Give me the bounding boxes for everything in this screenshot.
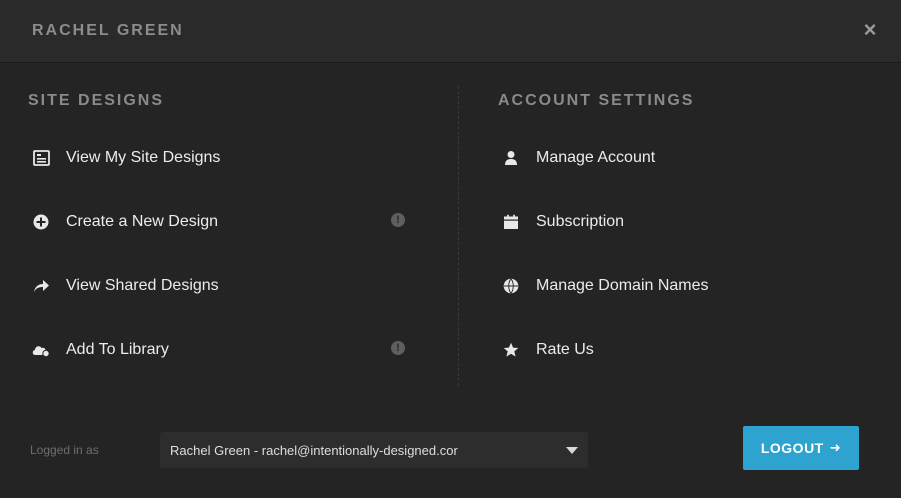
modal-header: RACHEL GREEN ×: [0, 0, 901, 63]
account-settings-menu: Manage Account Subscription Manage Domai…: [498, 148, 878, 404]
menu-item-label: Rate Us: [536, 341, 594, 358]
info-icon[interactable]: !: [391, 213, 405, 227]
menu-item-view-shared-designs[interactable]: View Shared Designs: [28, 276, 428, 340]
site-designs-section: SITE DESIGNS View My Site Designs Create…: [28, 88, 428, 404]
library-cloud-icon: [28, 339, 54, 361]
site-designs-menu: View My Site Designs Create a New Design…: [28, 148, 428, 404]
menu-item-label: Add To Library: [66, 341, 169, 358]
section-title-account-settings: ACCOUNT SETTINGS: [498, 92, 695, 109]
account-settings-section: ACCOUNT SETTINGS Manage Account Subscrip…: [498, 88, 878, 404]
account-select-value: Rachel Green - rachel@intentionally-desi…: [170, 442, 458, 458]
globe-icon: [498, 275, 524, 297]
close-button[interactable]: ×: [857, 17, 883, 43]
menu-item-label: Manage Domain Names: [536, 277, 709, 294]
calendar-icon: [498, 211, 524, 233]
menu-item-subscription[interactable]: Subscription: [498, 212, 878, 276]
user-icon: [498, 147, 524, 169]
column-divider: [458, 86, 459, 386]
logged-in-label: Logged in as: [30, 443, 99, 457]
account-menu-modal: RACHEL GREEN × SITE DESIGNS View My Site…: [0, 0, 901, 498]
chevron-down-icon: [566, 447, 578, 454]
menu-item-label: Create a New Design: [66, 213, 219, 230]
share-arrow-icon: [28, 275, 54, 297]
logout-label: LOGOUT: [760, 440, 824, 456]
logout-button[interactable]: LOGOUT ➜: [743, 426, 859, 470]
arrow-right-icon: ➜: [829, 440, 842, 455]
menu-item-label: View Shared Designs: [66, 277, 219, 294]
plus-circle-icon: [28, 211, 54, 233]
menu-item-add-to-library[interactable]: Add To Library !: [28, 340, 428, 404]
designs-list-icon: [28, 147, 54, 169]
user-name-title: RACHEL GREEN: [32, 22, 184, 39]
menu-item-create-new-design[interactable]: Create a New Design !: [28, 212, 428, 276]
account-select[interactable]: Rachel Green - rachel@intentionally-desi…: [160, 432, 588, 468]
menu-item-label: Manage Account: [536, 149, 656, 166]
star-icon: [498, 339, 524, 361]
menu-item-label: Subscription: [536, 213, 625, 230]
menu-item-rate-us[interactable]: Rate Us: [498, 340, 878, 404]
menu-item-manage-domain-names[interactable]: Manage Domain Names: [498, 276, 878, 340]
section-title-site-designs: SITE DESIGNS: [28, 92, 165, 109]
info-icon[interactable]: !: [391, 341, 405, 355]
menu-item-manage-account[interactable]: Manage Account: [498, 148, 878, 212]
menu-item-view-my-site-designs[interactable]: View My Site Designs: [28, 148, 428, 212]
menu-item-label: View My Site Designs: [66, 149, 221, 166]
